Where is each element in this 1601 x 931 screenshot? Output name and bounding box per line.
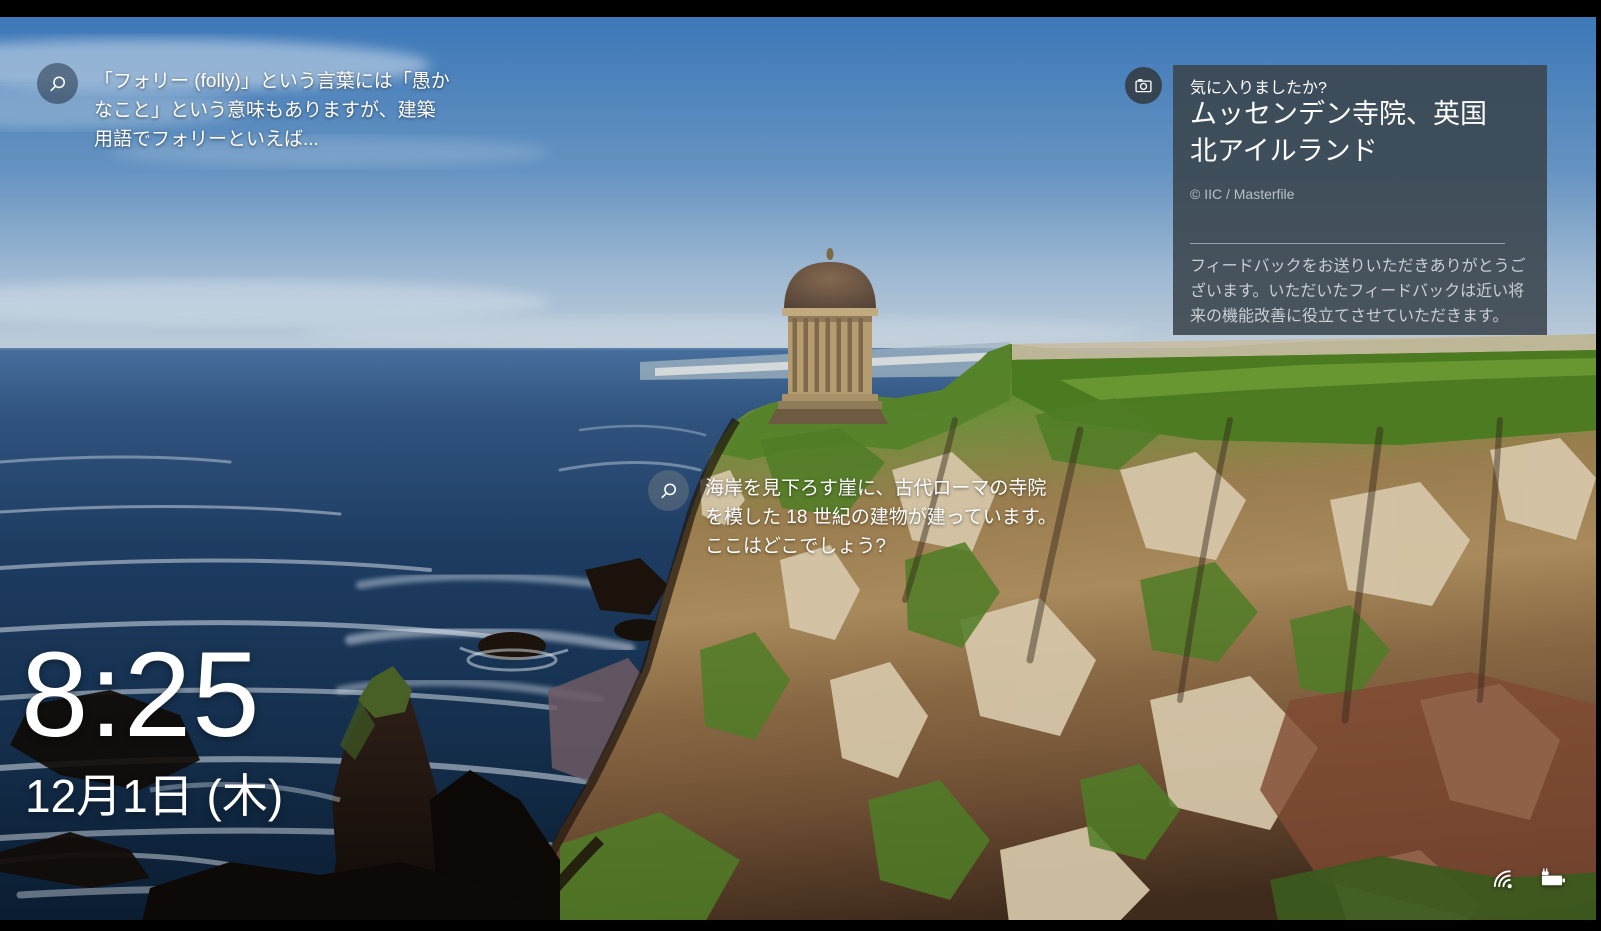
photo-credit: © IIC / Masterfile [1190,186,1295,202]
status-tray [1489,867,1567,890]
spotlight-question: 気に入りましたか? [1190,80,1327,97]
hint-text: 海岸を見下ろす崖に、古代ローマの寺院を模した 18 世紀の建物が建っています。こ… [705,478,1057,557]
search-icon[interactable] [37,63,78,104]
letterbox-right [1596,0,1601,931]
lock-screen: 「フォリー (folly)」という言葉には「愚かなこと」という意味もありますが、… [0,0,1601,931]
feedback-message: フィードバックをお送りいただきありがとうございます。いただいたフィードバックは近… [1190,258,1526,325]
spotlight-location-title: ムッセンデン寺院、英国北アイルランド [1190,99,1487,166]
letterbox-top [0,0,1601,17]
spotlight-hint-center[interactable]: 海岸を見下ろす崖に、古代ローマの寺院を模した 18 世紀の建物が建っています。こ… [648,470,1061,561]
search-icon[interactable] [648,470,689,511]
clock-date: 12月1日 (木) [25,770,284,822]
lock-clock: 8:25 12月1日 (木) [21,626,284,823]
hint-text: 「フォリー (folly)」という言葉には「愚かなこと」という意味もありますが、… [94,71,450,150]
letterbox-bottom [0,920,1601,931]
clock-time: 8:25 [21,626,261,762]
spotlight-hint-topleft[interactable]: 「フォリー (folly)」という言葉には「愚かなこと」という意味もありますが、… [37,63,450,154]
spotlight-feedback-panel: 気に入りましたか? ムッセンデン寺院、英国北アイルランド © IIC / Mas… [1173,65,1547,335]
camera-icon[interactable] [1125,67,1162,104]
panel-divider [1190,243,1505,244]
battery-charging-icon [1536,867,1567,890]
wifi-icon [1489,867,1516,890]
